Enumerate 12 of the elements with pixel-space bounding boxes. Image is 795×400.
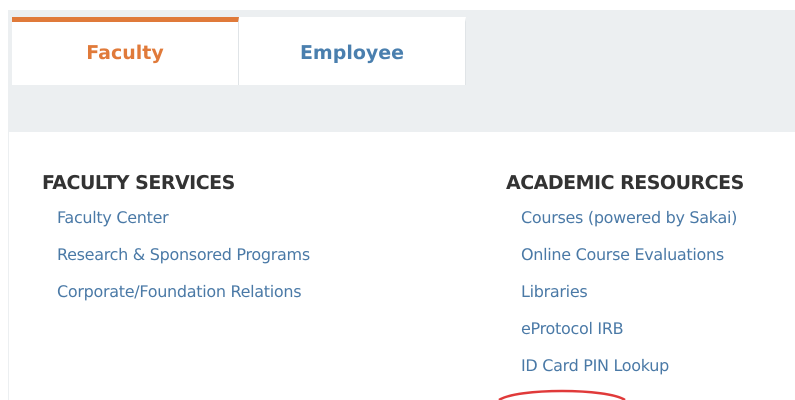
link[interactable]: ID Card PIN Lookup <box>521 347 795 384</box>
link[interactable]: Courses (powered by Sakai) <box>521 199 795 236</box>
section-heading: ACADEMIC RESOURCES <box>506 171 745 196</box>
link[interactable]: Faculty Center <box>57 199 506 236</box>
link[interactable]: Corporate/Foundation Relations <box>57 273 506 310</box>
link[interactable]: eProtocol IRB <box>521 310 795 347</box>
link[interactable]: Online Course Evaluations <box>521 236 795 273</box>
link[interactable]: Libraries <box>521 273 795 310</box>
section-heading: FACULTY SERVICES <box>42 171 236 196</box>
link[interactable]: Research & Sponsored Programs <box>57 236 506 273</box>
tab[interactable]: Faculty <box>12 17 239 85</box>
tab[interactable]: Employee <box>239 17 466 85</box>
